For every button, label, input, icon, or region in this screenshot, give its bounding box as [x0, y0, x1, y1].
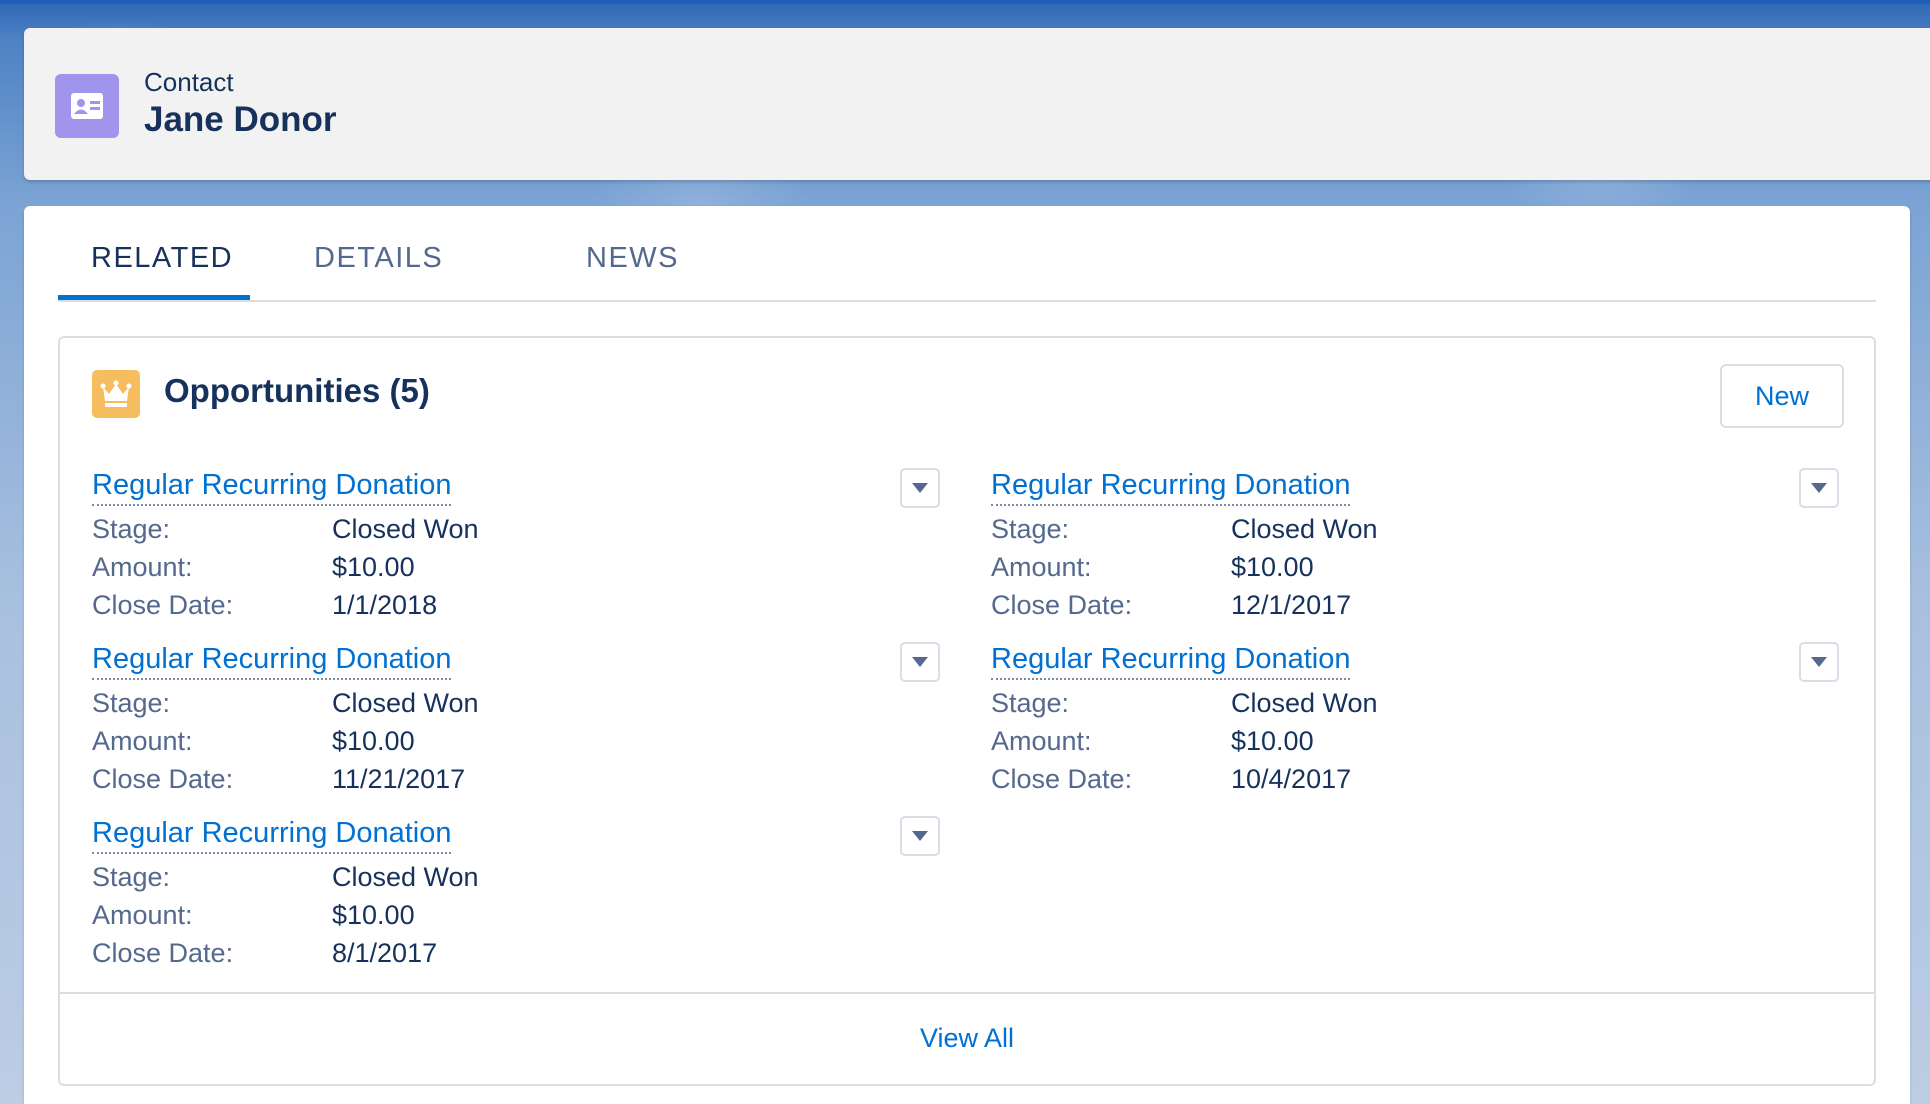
- close-date-value: 11/21/2017: [332, 764, 466, 794]
- close-date-value: 10/4/2017: [1231, 764, 1352, 794]
- row-actions-button[interactable]: [900, 468, 940, 508]
- crown-icon: [92, 370, 140, 418]
- amount-label: Amount:: [92, 900, 193, 930]
- tab-bar: RELATED DETAILS NEWS: [58, 206, 1876, 302]
- object-type-label: Contact: [144, 67, 234, 97]
- view-all-link[interactable]: View All: [60, 994, 1874, 1084]
- close-date-value: 8/1/2017: [332, 938, 438, 968]
- amount-value: $10.00: [332, 900, 415, 930]
- related-list-title[interactable]: Opportunities (5): [164, 372, 430, 410]
- list-item: Regular Recurring Donation Stage: Closed …: [991, 642, 1871, 802]
- tab-news[interactable]: NEWS: [586, 242, 679, 275]
- row-actions-button[interactable]: [1799, 642, 1839, 682]
- list-item: Regular Recurring Donation Stage: Closed …: [92, 816, 972, 976]
- stage-value: Closed Won: [332, 688, 479, 718]
- close-date-label: Close Date:: [92, 938, 234, 968]
- chevron-down-icon: [912, 657, 928, 667]
- amount-label: Amount:: [92, 726, 193, 756]
- tab-related[interactable]: RELATED: [91, 242, 233, 275]
- close-date-value: 12/1/2017: [1231, 590, 1352, 620]
- close-date-label: Close Date:: [92, 764, 234, 794]
- tab-details[interactable]: DETAILS: [314, 242, 443, 275]
- close-date-label: Close Date:: [991, 590, 1133, 620]
- list-item: Regular Recurring Donation Stage: Closed …: [92, 642, 972, 802]
- top-strip: [0, 0, 1930, 4]
- stage-label: Stage:: [92, 514, 171, 544]
- opportunity-link[interactable]: Regular Recurring Donation: [92, 642, 452, 680]
- close-date-value: 1/1/2018: [332, 590, 438, 620]
- opportunity-link[interactable]: Regular Recurring Donation: [92, 816, 452, 854]
- list-item: Regular Recurring Donation Stage: Closed …: [92, 468, 972, 628]
- chevron-down-icon: [912, 483, 928, 493]
- amount-label: Amount:: [991, 552, 1092, 582]
- stage-value: Closed Won: [332, 514, 479, 544]
- contact-card-icon: [55, 74, 119, 138]
- amount-label: Amount:: [92, 552, 193, 582]
- opportunity-link[interactable]: Regular Recurring Donation: [92, 468, 452, 506]
- row-actions-button[interactable]: [900, 642, 940, 682]
- stage-label: Stage:: [92, 688, 171, 718]
- stage-value: Closed Won: [1231, 514, 1378, 544]
- record-header: Contact Jane Donor: [24, 28, 1930, 180]
- stage-label: Stage:: [991, 688, 1070, 718]
- amount-label: Amount:: [991, 726, 1092, 756]
- stage-value: Closed Won: [332, 862, 479, 892]
- opportunities-related-list: Opportunities (5) New Regular Recurring …: [58, 336, 1876, 1086]
- amount-value: $10.00: [332, 726, 415, 756]
- stage-value: Closed Won: [1231, 688, 1378, 718]
- chevron-down-icon: [1811, 483, 1827, 493]
- opportunity-link[interactable]: Regular Recurring Donation: [991, 642, 1351, 680]
- close-date-label: Close Date:: [991, 764, 1133, 794]
- amount-value: $10.00: [1231, 726, 1314, 756]
- active-tab-indicator: [58, 295, 250, 300]
- record-detail-panel: RELATED DETAILS NEWS Opportunities (5) N…: [24, 206, 1910, 1104]
- opportunity-link[interactable]: Regular Recurring Donation: [991, 468, 1351, 506]
- stage-label: Stage:: [991, 514, 1070, 544]
- record-title: Jane Donor: [144, 100, 337, 139]
- amount-value: $10.00: [332, 552, 415, 582]
- new-opportunity-button[interactable]: New: [1720, 364, 1844, 428]
- chevron-down-icon: [912, 831, 928, 841]
- stage-label: Stage:: [92, 862, 171, 892]
- close-date-label: Close Date:: [92, 590, 234, 620]
- amount-value: $10.00: [1231, 552, 1314, 582]
- row-actions-button[interactable]: [900, 816, 940, 856]
- chevron-down-icon: [1811, 657, 1827, 667]
- row-actions-button[interactable]: [1799, 468, 1839, 508]
- list-item: Regular Recurring Donation Stage: Closed …: [991, 468, 1871, 628]
